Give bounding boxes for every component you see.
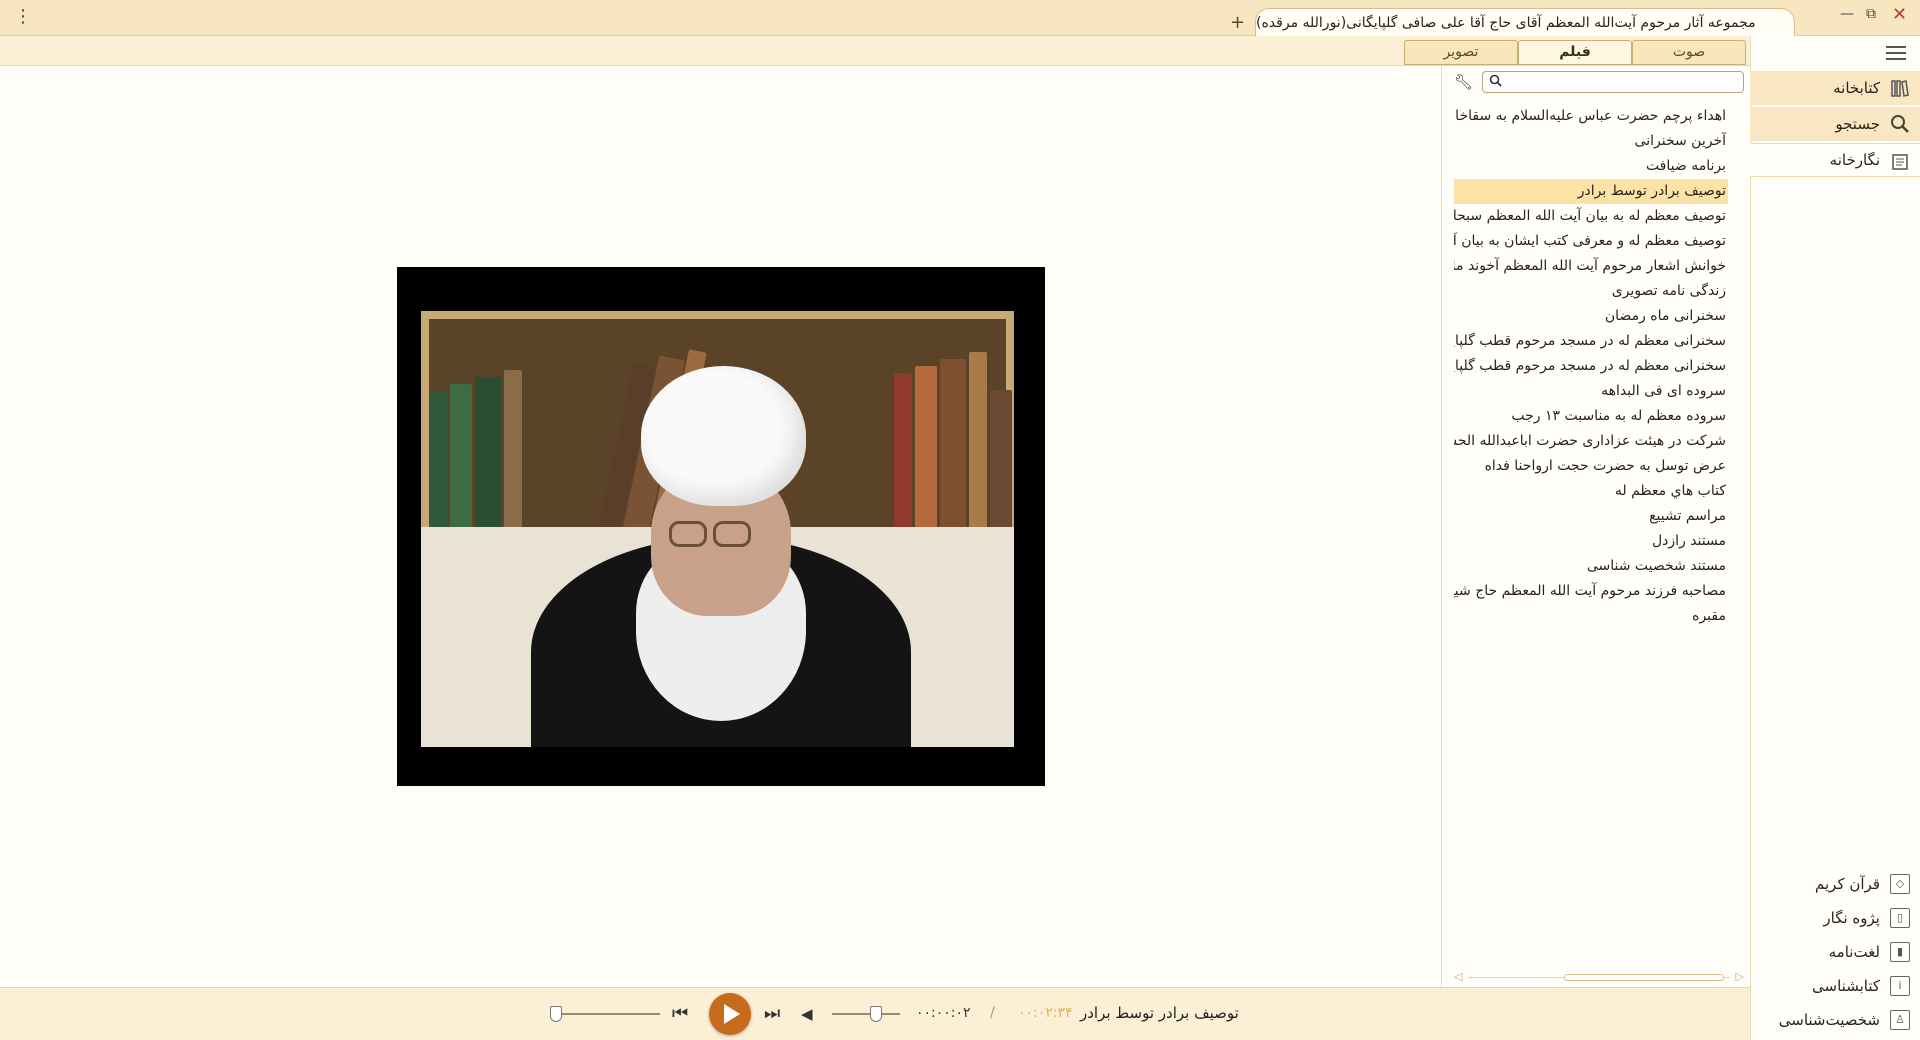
app-menu-icon[interactable]: ⋮ — [14, 6, 32, 27]
volume-slider[interactable] — [832, 1006, 900, 1022]
sidebar-item-library[interactable]: کتابخانه — [1750, 71, 1920, 105]
seek-knob[interactable] — [550, 1006, 562, 1022]
list-item[interactable]: شرکت در هیئت عزاداری حضرت اباعبدالله الح… — [1454, 429, 1728, 454]
time-separator: / — [990, 1005, 995, 1021]
sidebar-item-label: کتابخانه — [1833, 79, 1880, 97]
tab-video[interactable]: فیلم — [1518, 40, 1632, 65]
tab-audio[interactable]: صوت — [1632, 40, 1746, 65]
sidebar-item-bibliography[interactable]: کتابشناسی i — [1750, 972, 1920, 1000]
volume-icon[interactable]: ◀︎ — [801, 1005, 813, 1023]
scroll-right-icon[interactable]: ▷ — [1736, 970, 1744, 983]
next-icon[interactable]: ⏭︎ — [764, 1003, 780, 1024]
quran-icon: ◇ — [1890, 874, 1910, 894]
list-item[interactable]: آخرین سخنرانی — [1454, 129, 1728, 154]
sidebar-item-biography[interactable]: شخصیت‌شناسی ♙ — [1750, 1006, 1920, 1034]
close-icon[interactable]: ✕ — [1892, 4, 1907, 25]
sidebar-item-label: جستجو — [1835, 115, 1880, 133]
total-time: ۰۰:۰۲:۳۴ — [1018, 1005, 1073, 1021]
now-playing-title: توصیف برادر توسط برادر — [1080, 1004, 1239, 1022]
list-item[interactable]: مقبره — [1454, 604, 1728, 629]
books-icon — [1890, 78, 1910, 98]
previous-icon[interactable]: ⏮︎ — [672, 1003, 688, 1024]
window-title: مجموعه آثار مرحوم آیت‌الله المعظم آقای ح… — [1256, 14, 1756, 31]
video-player-frame[interactable] — [397, 267, 1045, 786]
media-type-tabs: صوت فیلم تصویر — [1404, 40, 1746, 65]
video-still — [421, 311, 1014, 747]
person-icon: ♙ — [1890, 1010, 1910, 1030]
sidebar-item-research[interactable]: پژوه نگار ▯ — [1750, 904, 1920, 932]
restore-icon[interactable]: ⧉ — [1866, 6, 1876, 22]
sidebar-item-label: پژوه نگار — [1823, 909, 1880, 927]
info-icon: i — [1890, 976, 1910, 996]
video-list-panel: 🔧︎ اهداء پرچم حضرت عباس علیه‌السلام به س… — [1441, 66, 1750, 987]
list-item[interactable]: توصیف برادر توسط برادر — [1454, 179, 1728, 204]
list-item[interactable]: سخنرانی معظم له در مسجد مرحوم قطب گلپایگ… — [1454, 329, 1728, 354]
title-bar: ⋮ + مجموعه آثار مرحوم آیت‌الله المعظم آق… — [0, 0, 1920, 36]
sidebar-item-label: نگارخانه — [1829, 151, 1880, 169]
list-item[interactable]: توصیف معظم له و معرفی کتب ایشان به بیان … — [1454, 229, 1728, 254]
sidebar-item-label: شخصیت‌شناسی — [1778, 1011, 1880, 1029]
list-item[interactable]: برنامه ضیافت — [1454, 154, 1728, 179]
volume-knob[interactable] — [870, 1006, 883, 1022]
current-time: ۰۰:۰۰:۰۲ — [916, 1005, 971, 1021]
list-item[interactable]: مصاحبه فرزند مرحوم آیت الله المعظم حاج ش… — [1454, 579, 1728, 604]
list-item[interactable]: كتاب هاي معظم له — [1454, 479, 1728, 504]
video-list: اهداء پرچم حضرت عباس علیه‌السلام به سقاخ… — [1454, 104, 1728, 629]
list-item[interactable]: مراسم تشییع — [1454, 504, 1728, 529]
list-search — [1482, 71, 1744, 93]
search-icon — [1489, 74, 1502, 91]
tab-image[interactable]: تصویر — [1404, 40, 1518, 65]
sidebar-item-label: کتابشناسی — [1812, 977, 1880, 995]
list-item[interactable]: سخنرانی ماه رمضان — [1454, 304, 1728, 329]
sidebar-item-label: لغت‌نامه — [1828, 943, 1880, 961]
list-item[interactable]: مستند شخصیت شناسی — [1454, 554, 1728, 579]
document-tab[interactable]: مجموعه آثار مرحوم آیت‌الله المعظم آقای ح… — [1255, 8, 1795, 36]
sidebar-item-search[interactable]: جستجو — [1750, 107, 1920, 141]
notebook-icon: ▯ — [1890, 908, 1910, 928]
search-input[interactable] — [1505, 73, 1739, 91]
list-item[interactable]: مستند رازدل — [1454, 529, 1728, 554]
seek-slider[interactable] — [550, 1006, 660, 1022]
hamburger-menu-icon[interactable] — [1886, 46, 1906, 64]
sidebar-item-label: قرآن کریم — [1815, 875, 1880, 893]
list-item[interactable]: توصیف معظم له به بیان آیت الله المعظم سب… — [1454, 204, 1728, 229]
sidebar-item-gallery[interactable]: نگارخانه — [1750, 143, 1920, 177]
sidebar-item-dictionary[interactable]: لغت‌نامه ▮ — [1750, 938, 1920, 966]
player-controls: ⏮︎ ⏭︎ ◀︎ ۰۰:۰۰:۰۲ / ۰۰:۰۲:۳۴ توصیف برادر… — [0, 987, 1750, 1040]
add-tab-button[interactable]: + — [1230, 12, 1245, 33]
main-sidebar: کتابخانه جستجو نگارخانه قرآن کریم ◇ پژوه… — [1750, 36, 1920, 1040]
list-item[interactable]: سروده ای فی البداهه — [1454, 379, 1728, 404]
list-item[interactable]: خوانش اشعار مرحوم آیت الله المعظم آخوند … — [1454, 254, 1728, 279]
minimize-icon[interactable]: — — [1840, 6, 1854, 22]
dictionary-icon: ▮ — [1890, 942, 1910, 962]
wrench-icon[interactable]: 🔧︎ — [1454, 73, 1473, 91]
list-item[interactable]: سروده معظم له به مناسبت ۱۳ رجب — [1454, 404, 1728, 429]
list-item[interactable]: اهداء پرچم حضرت عباس علیه‌السلام به سقاخ… — [1454, 104, 1728, 129]
play-button[interactable] — [709, 993, 751, 1035]
sidebar-item-quran[interactable]: قرآن کریم ◇ — [1750, 870, 1920, 898]
list-item[interactable]: زندگی نامه تصویری — [1454, 279, 1728, 304]
list-item[interactable]: عرض توسل به حضرت حجت ارواحنا فداه — [1454, 454, 1728, 479]
list-item[interactable]: سخنرانی معظم له در مسجد مرحوم قطب گلپایگ… — [1454, 354, 1728, 379]
scroll-thumb[interactable] — [1564, 974, 1724, 981]
search-icon — [1890, 114, 1910, 134]
scroll-left-icon[interactable]: ◁ — [1454, 970, 1462, 983]
gallery-icon — [1890, 151, 1910, 171]
horizontal-scrollbar[interactable]: ◁ ▷ — [1454, 970, 1744, 983]
